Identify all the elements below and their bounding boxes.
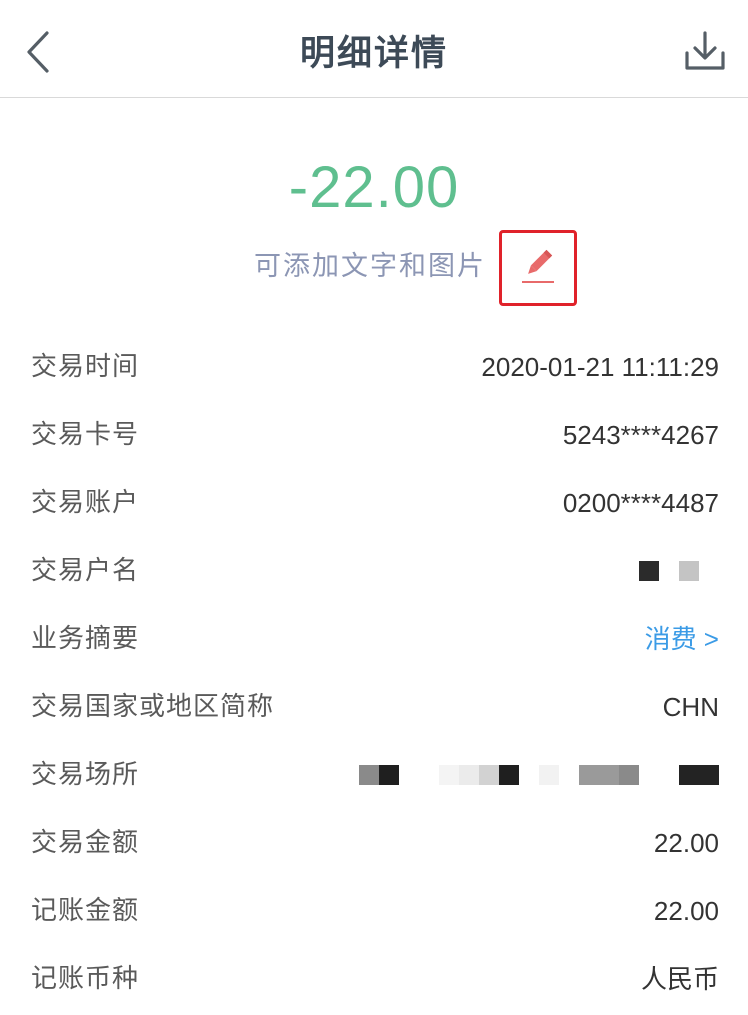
detail-row-card: 交易卡号 5243****4267 [0,401,748,469]
redaction-block [439,765,459,785]
download-button[interactable] [680,28,730,78]
pencil-icon [518,246,558,290]
detail-row-currency: 记账币种 人民币 [0,945,748,1013]
redaction-block [579,765,619,785]
row-label: 交易国家或地区简称 [31,692,275,722]
redaction-gap [659,561,679,581]
row-value: 2020-01-21 11:11:29 [481,352,719,382]
row-label: 交易时间 [31,352,140,382]
row-value: 人民币 [640,964,719,994]
summary-link[interactable]: 消费 > [645,605,719,673]
redaction-block [679,561,699,581]
row-label: 记账币种 [31,964,140,994]
redaction-gap [639,765,679,785]
redaction-gap [399,765,439,785]
add-note-prompt[interactable]: 可添加文字和图片 [254,246,486,288]
redaction-block [679,765,719,785]
redacted-account-name [639,537,719,605]
redaction-block [539,765,559,785]
redaction-block [359,765,379,785]
detail-row-posted-amount: 记账金额 22.00 [0,877,748,945]
detail-row-summary[interactable]: 业务摘要 消费 > [0,605,748,673]
redaction-block [459,765,479,785]
row-label: 交易金额 [31,828,140,858]
transaction-amount: -22.00 [288,155,460,220]
download-icon [684,31,726,75]
nav-bar: 明细详情 [0,0,748,98]
redaction-block [479,765,499,785]
redaction-block [499,765,519,785]
row-label: 交易账户 [31,488,140,518]
detail-row-account: 交易账户 0200****4487 [0,469,748,537]
row-value: 0200****4487 [562,488,719,518]
row-value: 22.00 [653,828,719,858]
detail-row-account-name: 交易户名 [0,537,748,605]
row-label: 交易场所 [31,760,140,790]
row-value: 22.00 [653,896,719,926]
detail-row-amount: 交易金额 22.00 [0,809,748,877]
redaction-block [619,765,639,785]
edit-note-button[interactable] [499,230,577,306]
detail-row-country: 交易国家或地区简称 CHN [0,673,748,741]
row-value: 5243****4267 [562,420,719,450]
redaction-gap [699,561,719,581]
detail-row-merchant: 交易场所 [0,741,748,809]
row-label: 交易户名 [31,556,140,586]
page-title: 明细详情 [299,34,448,74]
redaction-block [639,561,659,581]
row-label: 交易卡号 [31,420,140,450]
redaction-gap [519,765,539,785]
note-row: 可添加文字和图片 [0,228,748,308]
row-value: CHN [662,692,719,722]
redaction-gap [559,765,579,785]
row-label: 业务摘要 [31,624,140,654]
redacted-merchant [359,741,719,809]
row-label: 记账金额 [31,896,140,926]
detail-row-time: 交易时间 2020-01-21 11:11:29 [0,333,748,401]
detail-list: 交易时间 2020-01-21 11:11:29 交易卡号 5243****42… [0,333,748,1013]
redaction-block [379,765,399,785]
